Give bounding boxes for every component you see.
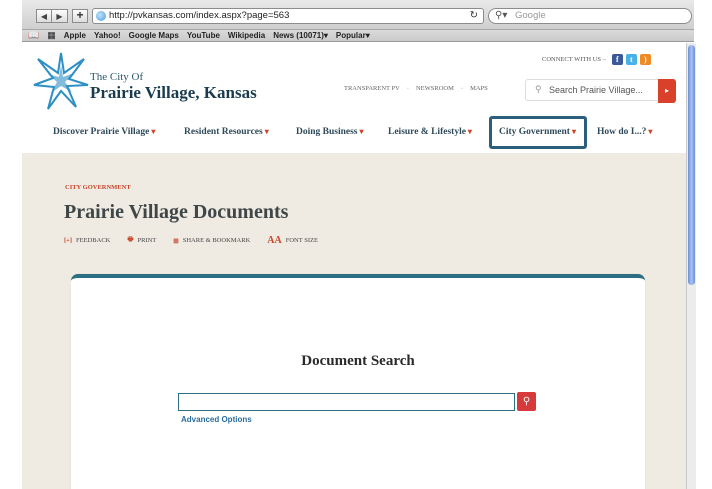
plus-bracket-icon: [+] xyxy=(64,237,73,244)
site-header: The City Of Prairie Village, Kansas CONN… xyxy=(22,43,686,153)
star-logo-icon[interactable] xyxy=(32,51,90,111)
breadcrumb[interactable]: CITY GOVERNMENT xyxy=(65,184,131,191)
caret-down-icon: ▾ xyxy=(648,127,653,136)
nav-resident-resources[interactable]: Resident Resources ▾ xyxy=(184,127,269,137)
nav-how-do-i[interactable]: How do I...? ▾ xyxy=(597,127,652,137)
bookmark-item[interactable]: Yahoo! xyxy=(94,30,121,41)
nav-label: Discover Prairie Village xyxy=(53,127,150,137)
logo-tagline: The City Of xyxy=(90,71,144,83)
url-text: http://pvkansas.com/index.aspx?page=563 xyxy=(109,10,290,21)
document-search-button[interactable]: ⚲ xyxy=(517,392,536,411)
nav-label: Resident Resources xyxy=(184,127,263,137)
caret-down-icon: ▾ xyxy=(264,127,269,136)
bookmark-item[interactable]: Apple xyxy=(64,30,86,41)
nav-label: How do I...? xyxy=(597,127,647,137)
twitter-icon[interactable]: t xyxy=(625,54,637,65)
search-icon: ⚲▾ xyxy=(495,10,508,21)
search-icon: ⚲ xyxy=(535,84,542,94)
font-size-icon: AA xyxy=(267,235,282,246)
caret-down-icon: ▾ xyxy=(571,127,576,136)
link-transparent-pv[interactable]: TRANSPARENT PV xyxy=(344,85,400,92)
bookmark-item[interactable]: News (10071)▾ xyxy=(273,30,328,41)
link-maps[interactable]: MAPS xyxy=(470,85,488,92)
bookmark-item[interactable]: Wikipedia xyxy=(228,30,265,41)
separator: · xyxy=(406,85,409,92)
printer-icon: 🖶 xyxy=(127,236,134,243)
nav-leisure-lifestyle[interactable]: Leisure & Lifestyle ▾ xyxy=(388,127,472,137)
caret-down-icon: ▾ xyxy=(151,127,156,136)
social-connect: CONNECT WITH US – f t ) xyxy=(542,54,651,65)
page-tools: [+] FEEDBACK 🖶 PRINT ⊞ SHARE & BOOKMARK AA F… xyxy=(64,235,335,246)
forward-arrow-icon[interactable]: ▶ xyxy=(52,9,68,23)
print-button[interactable]: 🖶 PRINT xyxy=(127,235,156,246)
nav-label: Leisure & Lifestyle xyxy=(388,127,466,137)
page-scrollbar[interactable] xyxy=(686,43,696,489)
rss-icon[interactable]: ) xyxy=(639,54,651,65)
globe-icon xyxy=(96,11,106,21)
add-bookmark-button[interactable]: + xyxy=(72,9,88,23)
font-size-button[interactable]: AA FONT SIZE xyxy=(267,235,318,246)
tool-label: SHARE & BOOKMARK xyxy=(182,237,251,244)
document-search-input[interactable] xyxy=(178,393,515,411)
grid-icon[interactable]: ▦ xyxy=(47,30,56,41)
bookmark-item[interactable]: Popular▾ xyxy=(336,30,370,41)
advanced-options-link[interactable]: Advanced Options xyxy=(181,415,252,424)
bookmark-item[interactable]: Google Maps xyxy=(129,30,179,41)
document-search-panel: Document Search ⚲ Advanced Options xyxy=(71,274,645,489)
page-title: Prairie Village Documents xyxy=(64,201,289,223)
link-newsroom[interactable]: NEWSROOM xyxy=(416,85,454,92)
logo-title[interactable]: Prairie Village, Kansas xyxy=(90,83,257,103)
site-search-input[interactable]: ⚲ Search Prairie Village... ▸ xyxy=(525,79,676,103)
tool-label: FEEDBACK xyxy=(76,237,111,244)
feedback-button[interactable]: [+] FEEDBACK xyxy=(64,235,110,246)
nav-discover[interactable]: Discover Prairie Village ▾ xyxy=(53,127,155,137)
nav-label: Doing Business xyxy=(296,127,358,137)
history-buttons: ◀ ▶ xyxy=(36,9,68,23)
bookmark-item[interactable]: YouTube xyxy=(187,30,220,41)
scroll-thumb[interactable] xyxy=(688,45,695,285)
nav-label: City Government xyxy=(499,127,570,137)
utility-links: TRANSPARENT PV · NEWSROOM · MAPS xyxy=(344,85,488,92)
caret-down-icon: ▾ xyxy=(359,127,364,136)
web-page: The City Of Prairie Village, Kansas CONN… xyxy=(22,43,686,489)
separator: · xyxy=(460,85,464,92)
site-search-placeholder: Search Prairie Village... xyxy=(549,85,643,95)
main-nav: Discover Prairie Village ▾ Resident Resou… xyxy=(22,116,686,149)
book-icon[interactable]: 📖 xyxy=(28,30,39,41)
browser-toolbar: ◀ ▶ + http://pvkansas.com/index.aspx?pag… xyxy=(22,0,694,30)
search-icon: ⚲ xyxy=(522,396,531,407)
browser-search-placeholder: Google xyxy=(515,10,546,21)
share-button[interactable]: ⊞ SHARE & BOOKMARK xyxy=(173,235,250,246)
caret-down-icon: ▾ xyxy=(467,127,472,136)
address-bar[interactable]: http://pvkansas.com/index.aspx?page=563 … xyxy=(92,8,484,24)
tool-label: FONT SIZE xyxy=(285,237,318,244)
bookmarks-bar: 📖 ▦ Apple Yahoo! Google Maps YouTube Wik… xyxy=(22,30,694,42)
browser-search-input[interactable]: ⚲▾ Google xyxy=(488,8,692,24)
facebook-icon[interactable]: f xyxy=(611,54,623,65)
back-arrow-icon[interactable]: ◀ xyxy=(36,9,52,23)
connect-label: CONNECT WITH US – xyxy=(542,56,606,63)
panel-title: Document Search xyxy=(301,353,415,369)
tool-label: PRINT xyxy=(137,237,157,244)
nav-city-government[interactable]: City Government ▾ xyxy=(499,127,576,137)
nav-doing-business[interactable]: Doing Business ▾ xyxy=(296,127,364,137)
reload-icon[interactable]: ↻ xyxy=(470,9,478,23)
site-search-button[interactable]: ▸ xyxy=(658,79,676,103)
share-plus-icon: ⊞ xyxy=(173,237,179,245)
